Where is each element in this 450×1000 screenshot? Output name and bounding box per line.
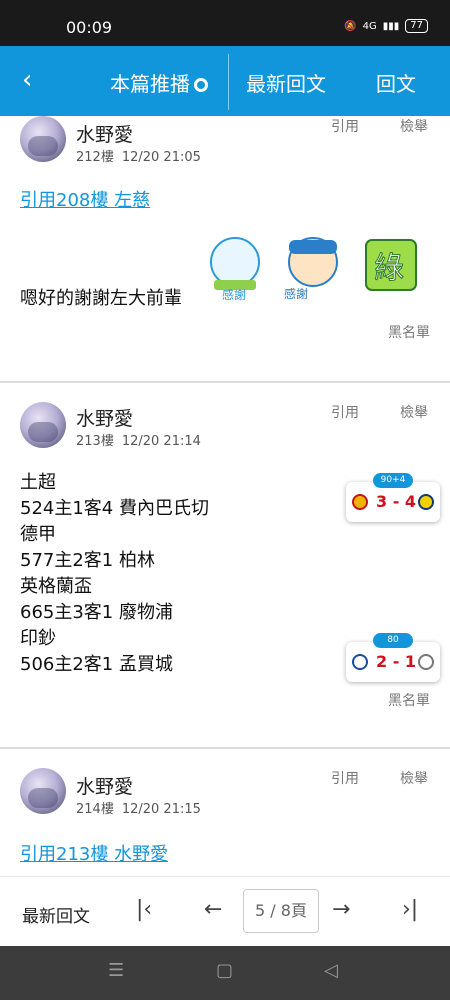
home-icon[interactable]: ▢ — [216, 960, 233, 981]
page-indicator[interactable]: 5 / 8頁 — [243, 889, 319, 933]
post-time: 12/20 21:15 — [121, 802, 201, 817]
status-bar: 00:09 🔕 4G ▮▮▮ 77 — [0, 0, 450, 46]
status-icons: 🔕 4G ▮▮▮ 77 — [344, 19, 428, 33]
quote-button[interactable]: 引用 — [331, 116, 359, 136]
post-meta: 212樓 12/20 21:05 — [76, 146, 209, 165]
last-page-icon[interactable]: ›| — [402, 897, 418, 922]
home-team-icon — [352, 654, 368, 670]
avatar[interactable] — [20, 116, 66, 162]
match-score: 2 - 1 — [376, 652, 417, 671]
mute-icon: 🔕 — [344, 20, 357, 32]
prev-page-icon[interactable]: ← — [204, 897, 222, 922]
post-meta: 214樓 12/20 21:15 — [76, 798, 209, 817]
match-score-card[interactable]: 90+4 3 - 4 — [346, 473, 440, 522]
post-time: 12/20 21:14 — [121, 434, 201, 449]
back-icon[interactable]: ◁ — [324, 960, 338, 981]
away-team-icon — [418, 654, 434, 670]
post-time: 12/20 21:05 — [121, 150, 201, 165]
battery-icon: 77 — [405, 19, 428, 33]
author-name[interactable]: 水野愛 — [76, 772, 133, 799]
report-button[interactable]: 檢舉 — [400, 116, 428, 136]
tab-latest[interactable]: 最新回文 — [246, 68, 326, 97]
floor-number: 213樓 — [76, 434, 114, 449]
clock: 00:09 — [66, 18, 113, 37]
match-minute-badge: 90+4 — [373, 473, 413, 488]
blacklist-button[interactable]: 黑名單 — [388, 322, 430, 342]
tab-push[interactable]: 本篇推播 — [110, 68, 208, 97]
signal-icon: ▮▮▮ — [382, 20, 400, 32]
latest-replies-button[interactable]: 最新回文 — [22, 902, 90, 927]
tab-reply[interactable]: 回文 — [376, 68, 416, 97]
quote-button[interactable]: 引用 — [331, 768, 359, 788]
next-page-icon[interactable]: → — [332, 897, 350, 922]
quote-button[interactable]: 引用 — [331, 402, 359, 422]
green-sticker: 綠 — [365, 239, 417, 291]
quote-link[interactable]: 引用213樓 水野愛 — [20, 840, 168, 866]
match-score: 3 - 4 — [376, 492, 417, 511]
avatar[interactable] — [20, 768, 66, 814]
sticker-text-1: 感謝 — [222, 287, 246, 302]
post-separator — [0, 747, 450, 749]
blacklist-button[interactable]: 黑名單 — [388, 690, 430, 710]
post-214: 水野愛 214樓 12/20 21:15 引用 檢舉 引用213樓 水野愛 — [0, 768, 450, 876]
floor-number: 214樓 — [76, 802, 114, 817]
author-name[interactable]: 水野愛 — [76, 120, 133, 147]
away-team-icon — [418, 494, 434, 510]
avatar[interactable] — [20, 402, 66, 448]
first-page-icon[interactable]: |‹ — [136, 897, 152, 922]
report-button[interactable]: 檢舉 — [400, 402, 428, 422]
system-nav-bar: ☰ ▢ ◁ — [0, 946, 450, 1000]
post-meta: 213樓 12/20 21:14 — [76, 430, 209, 449]
top-nav-bar: ‹ 本篇推播 最新回文 回文 — [0, 46, 450, 116]
tab-divider — [228, 54, 229, 110]
toggle-icon[interactable] — [194, 78, 208, 92]
quote-link[interactable]: 引用208樓 左慈 — [20, 186, 150, 212]
sticker-text-2: 感謝 — [284, 286, 308, 301]
network-label: 4G — [362, 20, 377, 32]
back-arrow-icon[interactable]: ‹ — [22, 66, 52, 96]
home-team-icon — [352, 494, 368, 510]
menu-icon[interactable]: ☰ — [108, 960, 124, 981]
post-body: 土超 524主1客4 費內巴氏切 德甲 577主2客1 柏林 英格蘭盃 665主… — [20, 472, 209, 675]
post-separator — [0, 381, 450, 383]
match-minute-badge: 80 — [373, 633, 413, 648]
floor-number: 212樓 — [76, 150, 114, 165]
match-score-card[interactable]: 80 2 - 1 — [346, 633, 440, 682]
author-name[interactable]: 水野愛 — [76, 404, 133, 431]
post-body: 嗯好的謝謝左大前輩 — [20, 288, 182, 309]
thanks-sticker-1: 感謝 — [210, 237, 260, 302]
post-213: 水野愛 213樓 12/20 21:14 引用 檢舉 土超 524主1客4 費內巴… — [0, 402, 450, 748]
post-212: 水野愛 212樓 12/20 21:05 引用 檢舉 引用208樓 左慈 感謝 感… — [0, 116, 450, 382]
report-button[interactable]: 檢舉 — [400, 768, 428, 788]
sticker-text-3: 綠 — [374, 251, 404, 286]
pagination-bar: 最新回文 |‹ ← 5 / 8頁 → ›| — [0, 876, 450, 946]
thanks-sticker-2: 感謝 — [284, 237, 338, 301]
